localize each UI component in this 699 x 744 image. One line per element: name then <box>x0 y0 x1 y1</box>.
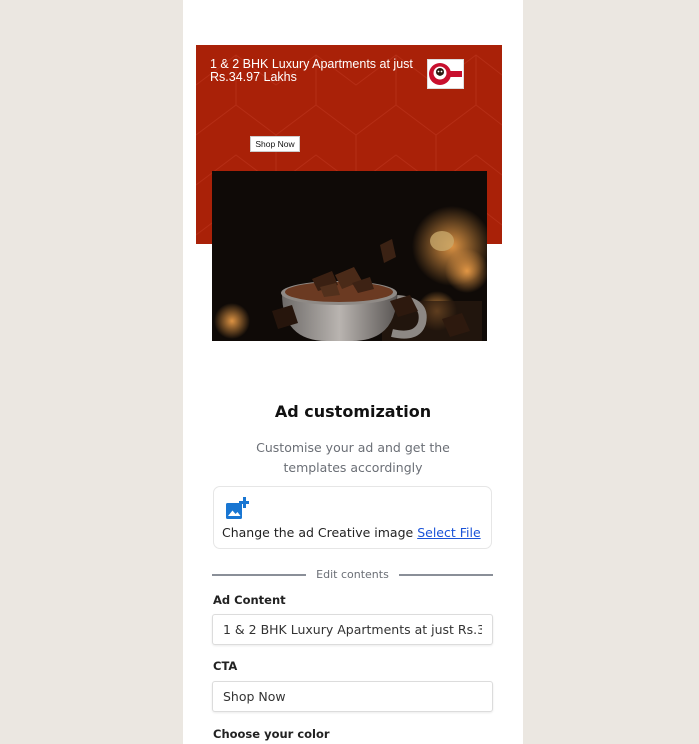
section-divider-label: Edit contents <box>316 568 389 581</box>
ad-headline: 1 & 2 BHK Luxury Apartments at just Rs.3… <box>210 57 413 84</box>
ad-content-input[interactable] <box>212 614 493 645</box>
divider <box>399 574 493 576</box>
page-title: Ad customization <box>274 402 432 421</box>
upload-description: Change the ad Creative image <box>222 525 414 540</box>
creative-image-upload[interactable]: Change the ad Creative image Select File <box>213 486 492 549</box>
hot-chocolate-photo <box>212 171 487 341</box>
ad-shop-now-button[interactable]: Shop Now <box>250 136 300 152</box>
page-subtitle: Customise your ad and get the templates … <box>256 440 450 475</box>
ad-content-label: Ad Content <box>213 593 286 607</box>
choose-color-label: Choose your color <box>213 727 330 741</box>
cta-input[interactable] <box>212 681 493 712</box>
add-photo-icon <box>226 497 249 519</box>
select-file-link[interactable]: Select File <box>417 525 480 540</box>
divider <box>212 574 306 576</box>
cta-label: CTA <box>213 659 238 673</box>
ad-editor-panel: 1 & 2 BHK Luxury Apartments at just Rs.3… <box>183 0 523 744</box>
kfc-logo-icon <box>427 59 464 89</box>
